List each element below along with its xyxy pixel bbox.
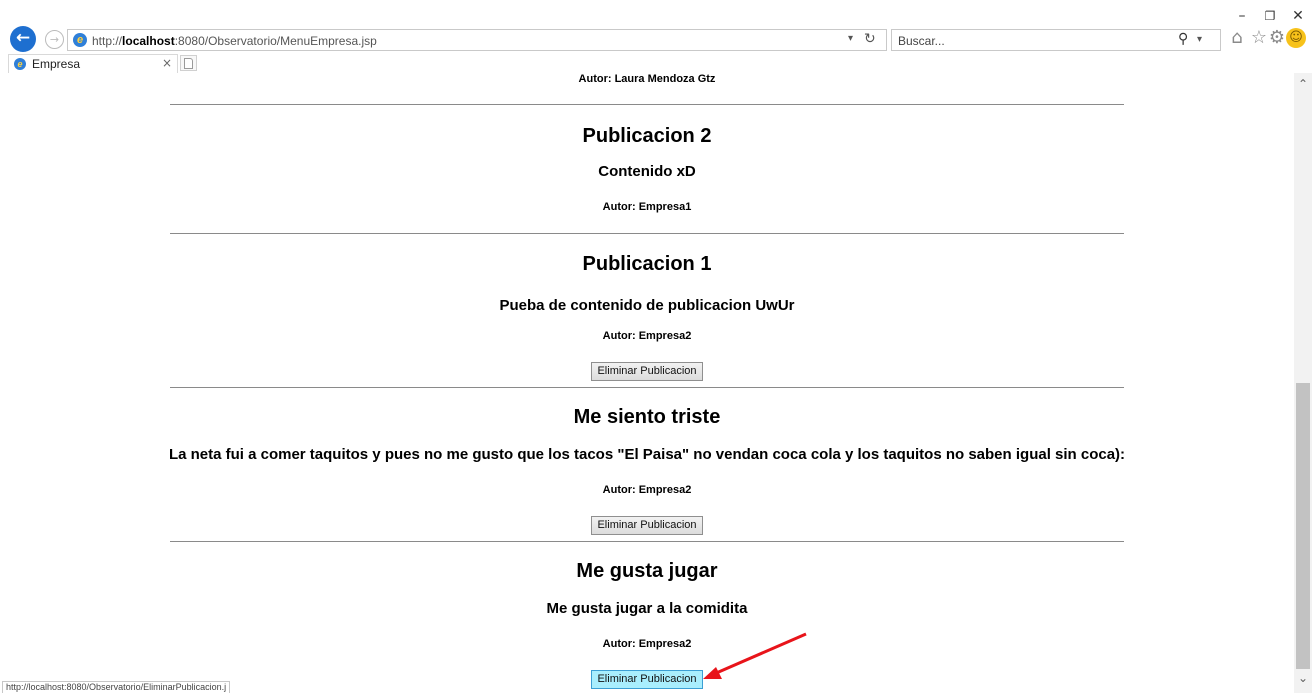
vertical-scrollbar[interactable]: ⌃ ⌄ <box>1294 73 1312 693</box>
post-item: Me gusta jugar Me gusta jugar a la comid… <box>0 542 1294 693</box>
url-prefix: http:// <box>92 34 123 48</box>
post-actions: Eliminar Publicacion <box>0 515 1294 535</box>
url-path: :8080/Observatorio/MenuEmpresa.jsp <box>174 34 377 48</box>
post-title: Me gusta jugar <box>576 560 718 582</box>
status-bar-url: http://localhost:8080/Observatorio/Elimi… <box>2 681 231 693</box>
post-body: Contenido xD <box>598 163 696 180</box>
smiley-icon[interactable]: ☺ <box>1286 28 1306 48</box>
post-author: Autor: Empresa1 <box>602 201 692 213</box>
tab-label: Empresa <box>32 57 81 71</box>
search-input[interactable] <box>898 33 1158 48</box>
post-title: Publicacion 1 <box>582 253 712 275</box>
ie-tab-icon: e <box>14 58 26 70</box>
scroll-up-icon[interactable]: ⌃ <box>1294 77 1312 93</box>
browser-window: – ❐ ✕ ← → e http://localhost:8080/Observ… <box>0 0 1312 693</box>
post-author: Autor: Laura Mendoza Gtz <box>578 73 716 85</box>
forward-arrow-icon[interactable]: → <box>45 30 64 49</box>
post-actions: Eliminar Publicacion <box>0 361 1294 381</box>
post-body: Me gusta jugar a la comidita <box>546 600 748 617</box>
post-body: La neta fui a comer taquitos y pues no m… <box>168 446 1126 463</box>
post-author: Autor: Empresa2 <box>602 484 692 496</box>
post-author: Autor: Empresa2 <box>602 638 692 650</box>
post-body: Pueba de contenido de publicacion UwUr <box>499 297 795 314</box>
page-viewport: Autor: Laura Mendoza Gtz Publicacion 2 C… <box>0 73 1294 693</box>
home-icon[interactable]: ⌂ <box>1226 27 1248 49</box>
post-feed: Autor: Laura Mendoza Gtz Publicacion 2 C… <box>0 73 1294 693</box>
search-box[interactable]: ⚲ ▾ <box>891 29 1221 51</box>
new-tab-icon <box>184 58 193 69</box>
search-icon[interactable]: ⚲ <box>1178 31 1188 47</box>
ie-page-icon: e <box>73 33 87 47</box>
gear-icon[interactable]: ⚙ <box>1266 27 1288 49</box>
url-text[interactable]: http://localhost:8080/Observatorio/MenuE… <box>92 34 377 48</box>
tab-close-icon[interactable]: × <box>162 56 172 70</box>
restore-button[interactable]: ❐ <box>1256 6 1284 26</box>
url-host: localhost <box>122 34 175 48</box>
delete-post-button[interactable]: Eliminar Publicacion <box>591 361 703 381</box>
delete-post-button[interactable]: Eliminar Publicacion <box>591 515 703 535</box>
post-item: Me siento triste La neta fui a comer taq… <box>0 388 1294 541</box>
tab-strip: e Empresa × <box>0 54 1312 73</box>
post-title: Publicacion 2 <box>582 125 712 147</box>
minimize-button[interactable]: – <box>1228 6 1256 26</box>
new-tab-button[interactable] <box>180 55 197 71</box>
scroll-thumb[interactable] <box>1296 383 1310 669</box>
post-title: Me siento triste <box>573 406 721 428</box>
address-bar[interactable]: e http://localhost:8080/Observatorio/Men… <box>67 29 887 51</box>
post-item: Autor: Laura Mendoza Gtz <box>0 73 1294 104</box>
scroll-down-icon[interactable]: ⌄ <box>1294 671 1312 687</box>
tab-empresa[interactable]: e Empresa × <box>8 54 178 73</box>
post-author: Autor: Empresa2 <box>602 330 692 342</box>
delete-post-button[interactable]: Eliminar Publicacion <box>591 669 703 689</box>
back-arrow-icon[interactable]: ← <box>10 26 36 52</box>
address-dropdown-icon[interactable]: ▾ <box>848 33 853 44</box>
browser-chrome: – ❐ ✕ ← → e http://localhost:8080/Observ… <box>0 0 1312 73</box>
refresh-icon[interactable]: ↻ <box>864 31 876 47</box>
post-item: Publicacion 2 Contenido xD Autor: Empres… <box>0 105 1294 233</box>
post-item: Publicacion 1 Pueba de contenido de publ… <box>0 234 1294 387</box>
close-window-button[interactable]: ✕ <box>1284 6 1312 26</box>
search-dropdown-icon[interactable]: ▾ <box>1197 34 1202 45</box>
